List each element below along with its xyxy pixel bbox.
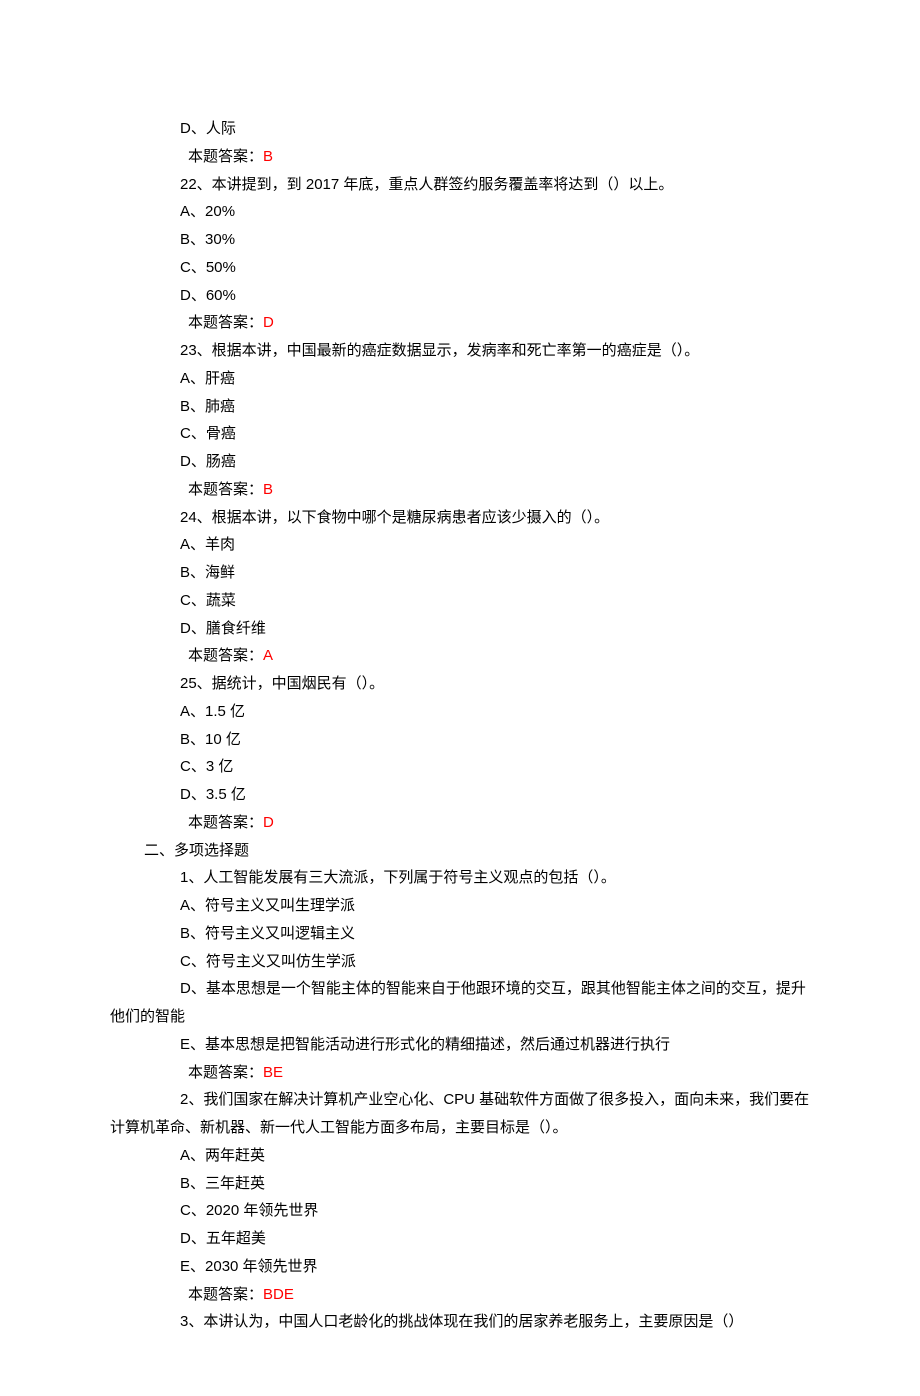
text-line: 25、据统计，中国烟民有（）。 bbox=[110, 670, 810, 698]
text-content: A、1.5 亿 bbox=[180, 703, 245, 720]
text-line: D、60% bbox=[110, 282, 810, 310]
answer-value: D bbox=[263, 814, 274, 831]
text-content: D、五年超美 bbox=[180, 1230, 266, 1247]
answer-value: B bbox=[263, 148, 273, 165]
text-content: A、羊肉 bbox=[180, 536, 235, 553]
answer-value: BE bbox=[263, 1064, 283, 1081]
text-line: C、蔬菜 bbox=[110, 587, 810, 615]
text-content: C、蔬菜 bbox=[180, 592, 236, 609]
text-content: D、肠癌 bbox=[180, 453, 236, 470]
answer-label: 本题答案： bbox=[188, 314, 263, 331]
text-line: 22、本讲提到，到 2017 年底，重点人群签约服务覆盖率将达到（）以上。 bbox=[110, 171, 810, 199]
text-line: C、3 亿 bbox=[110, 753, 810, 781]
answer-value: B bbox=[263, 481, 273, 498]
answer-label: 本题答案： bbox=[188, 1286, 263, 1303]
answer-label: 本题答案： bbox=[188, 814, 263, 831]
question-text: D、基本思想是一个智能主体的智能来自于他跟环境的交互，跟其他智能主体之间的交互，… bbox=[110, 975, 810, 1031]
answer-line: 本题答案：A bbox=[110, 642, 810, 670]
text-line: E、2030 年领先世界 bbox=[110, 1253, 810, 1281]
text-line: C、骨癌 bbox=[110, 420, 810, 448]
text-content: 24、根据本讲，以下食物中哪个是糖尿病患者应该少摄入的（）。 bbox=[180, 509, 609, 526]
text-content: C、3 亿 bbox=[180, 758, 233, 775]
text-content: C、2020 年领先世界 bbox=[180, 1202, 318, 1219]
text-content: B、30% bbox=[180, 231, 235, 248]
answer-label: 本题答案： bbox=[188, 1064, 263, 1081]
text-content: D、60% bbox=[180, 287, 236, 304]
text-line: B、肺癌 bbox=[110, 393, 810, 421]
text-content: A、符号主义又叫生理学派 bbox=[180, 897, 355, 914]
answer-label: 本题答案： bbox=[188, 481, 263, 498]
text-line: A、肝癌 bbox=[110, 365, 810, 393]
answer-label: 本题答案： bbox=[188, 647, 263, 664]
text-line: D、膳食纤维 bbox=[110, 615, 810, 643]
text-line: 3、本讲认为，中国人口老龄化的挑战体现在我们的居家养老服务上，主要原因是（） bbox=[110, 1308, 810, 1336]
answer-line: 本题答案：B bbox=[110, 476, 810, 504]
text-content: C、骨癌 bbox=[180, 425, 236, 442]
text-line: D、3.5 亿 bbox=[110, 781, 810, 809]
question-text: 2、我们国家在解决计算机产业空心化、CPU 基础软件方面做了很多投入，面向未来，… bbox=[110, 1086, 810, 1142]
text-line: C、2020 年领先世界 bbox=[110, 1197, 810, 1225]
answer-value: A bbox=[263, 647, 273, 664]
text-content: 25、据统计，中国烟民有（）。 bbox=[180, 675, 384, 692]
text-line: C、符号主义又叫仿生学派 bbox=[110, 948, 810, 976]
text-content: B、符号主义又叫逻辑主义 bbox=[180, 925, 355, 942]
answer-line: 本题答案：BDE bbox=[110, 1281, 810, 1309]
document-page: D、人际本题答案：B22、本讲提到，到 2017 年底，重点人群签约服务覆盖率将… bbox=[0, 0, 920, 1396]
text-line: 23、根据本讲，中国最新的癌症数据显示，发病率和死亡率第一的癌症是（）。 bbox=[110, 337, 810, 365]
text-line: B、10 亿 bbox=[110, 726, 810, 754]
text-content: 23、根据本讲，中国最新的癌症数据显示，发病率和死亡率第一的癌症是（）。 bbox=[180, 342, 699, 359]
section-heading: 二、多项选择题 bbox=[110, 837, 810, 865]
text-content: D、人际 bbox=[180, 120, 236, 137]
text-content: C、符号主义又叫仿生学派 bbox=[180, 953, 356, 970]
answer-line: 本题答案：D bbox=[110, 809, 810, 837]
text-line: C、50% bbox=[110, 254, 810, 282]
text-line: B、海鲜 bbox=[110, 559, 810, 587]
text-line: A、20% bbox=[110, 198, 810, 226]
text-content: D、基本思想是一个智能主体的智能来自于他跟环境的交互，跟其他智能主体之间的交互，… bbox=[110, 980, 806, 1025]
answer-value: BDE bbox=[263, 1286, 294, 1303]
text-content: E、基本思想是把智能活动进行形式化的精细描述，然后通过机器进行执行 bbox=[180, 1036, 670, 1053]
text-content: C、50% bbox=[180, 259, 236, 276]
text-line: A、1.5 亿 bbox=[110, 698, 810, 726]
answer-line: 本题答案：B bbox=[110, 143, 810, 171]
text-content: D、膳食纤维 bbox=[180, 620, 266, 637]
text-content: 2、我们国家在解决计算机产业空心化、CPU 基础软件方面做了很多投入，面向未来，… bbox=[110, 1091, 809, 1136]
text-content: B、肺癌 bbox=[180, 398, 235, 415]
text-line: B、30% bbox=[110, 226, 810, 254]
text-content: 1、人工智能发展有三大流派，下列属于符号主义观点的包括（）。 bbox=[180, 869, 616, 886]
text-content: B、三年赶英 bbox=[180, 1175, 265, 1192]
text-content: 二、多项选择题 bbox=[144, 842, 249, 859]
text-content: A、肝癌 bbox=[180, 370, 235, 387]
text-line: A、符号主义又叫生理学派 bbox=[110, 892, 810, 920]
text-content: D、3.5 亿 bbox=[180, 786, 246, 803]
text-content: 3、本讲认为，中国人口老龄化的挑战体现在我们的居家养老服务上，主要原因是（） bbox=[180, 1313, 743, 1330]
text-line: 24、根据本讲，以下食物中哪个是糖尿病患者应该少摄入的（）。 bbox=[110, 504, 810, 532]
text-line: A、两年赶英 bbox=[110, 1142, 810, 1170]
text-content: A、20% bbox=[180, 203, 235, 220]
text-line: D、人际 bbox=[110, 115, 810, 143]
text-line: D、五年超美 bbox=[110, 1225, 810, 1253]
text-content: B、海鲜 bbox=[180, 564, 235, 581]
text-content: 22、本讲提到，到 2017 年底，重点人群签约服务覆盖率将达到（）以上。 bbox=[180, 176, 673, 193]
answer-value: D bbox=[263, 314, 274, 331]
text-line: A、羊肉 bbox=[110, 531, 810, 559]
text-content: E、2030 年领先世界 bbox=[180, 1258, 318, 1275]
text-line: B、符号主义又叫逻辑主义 bbox=[110, 920, 810, 948]
text-line: B、三年赶英 bbox=[110, 1170, 810, 1198]
text-line: 1、人工智能发展有三大流派，下列属于符号主义观点的包括（）。 bbox=[110, 864, 810, 892]
text-line: D、肠癌 bbox=[110, 448, 810, 476]
text-content: A、两年赶英 bbox=[180, 1147, 265, 1164]
answer-label: 本题答案： bbox=[188, 148, 263, 165]
text-line: E、基本思想是把智能活动进行形式化的精细描述，然后通过机器进行执行 bbox=[110, 1031, 810, 1059]
answer-line: 本题答案：D bbox=[110, 309, 810, 337]
answer-line: 本题答案：BE bbox=[110, 1059, 810, 1087]
text-content: B、10 亿 bbox=[180, 731, 241, 748]
